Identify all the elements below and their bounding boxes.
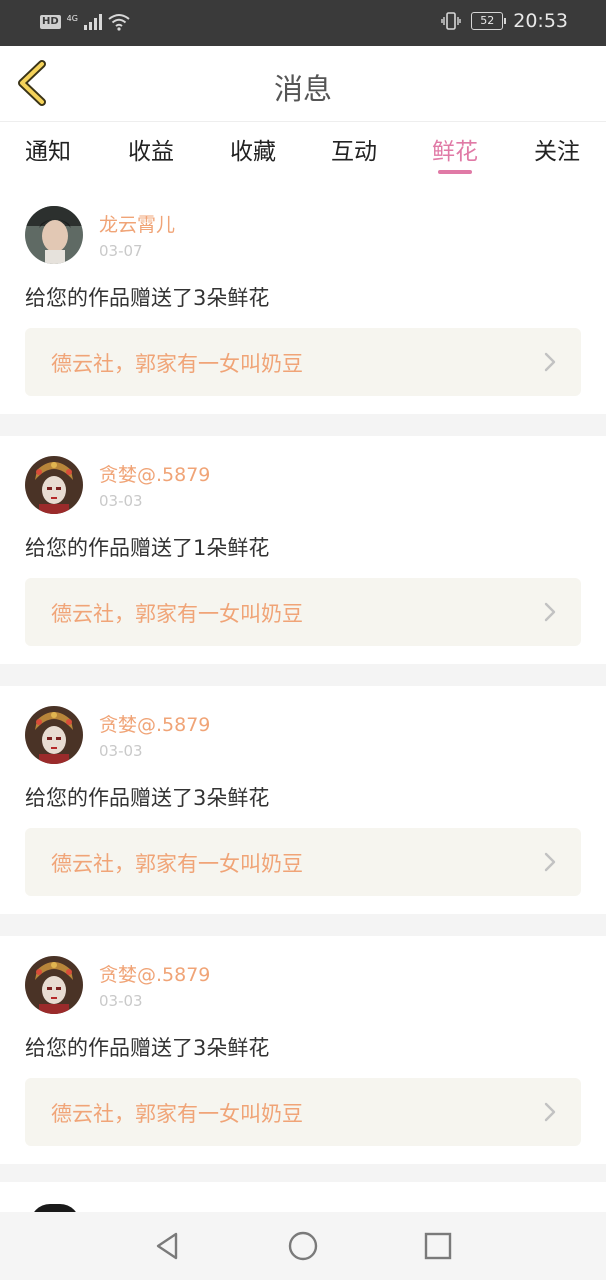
status-bar: HD 4G 52 20:53	[0, 0, 606, 46]
work-title: 德云社，郭家有一女叫奶豆	[51, 352, 303, 376]
nav-recents-icon[interactable]	[420, 1228, 456, 1264]
avatar[interactable]	[25, 706, 83, 764]
tab-earnings[interactable]: 收益	[111, 132, 191, 166]
tab-interactions[interactable]: 互动	[314, 132, 394, 166]
username[interactable]: 贪婪@.5879	[99, 960, 210, 987]
tab-notifications[interactable]: 通知	[8, 132, 88, 166]
message-text: 给您的作品赠送了3朵鲜花	[25, 786, 270, 810]
message-date: 03-07	[99, 242, 143, 260]
active-tab-indicator	[438, 170, 472, 174]
nav-back-icon[interactable]	[150, 1228, 186, 1264]
message-text: 给您的作品赠送了3朵鲜花	[25, 1036, 270, 1060]
work-title: 德云社，郭家有一女叫奶豆	[51, 1102, 303, 1126]
list-item: 贪婪@.5879 03-03 给您的作品赠送了1朵鲜花 德云社，郭家有一女叫奶豆	[0, 436, 606, 664]
avatar[interactable]	[25, 956, 83, 1014]
username[interactable]: 龙云霄儿	[99, 210, 175, 237]
avatar[interactable]	[25, 456, 83, 514]
chevron-right-icon	[544, 352, 556, 372]
message-date: 03-03	[99, 992, 143, 1010]
work-title: 德云社，郭家有一女叫奶豆	[51, 602, 303, 626]
network-type: 4G	[66, 13, 78, 23]
page-title: 消息	[273, 72, 332, 106]
username[interactable]: 贪婪@.5879	[99, 710, 210, 737]
work-title: 德云社，郭家有一女叫奶豆	[51, 852, 303, 876]
hd-icon: HD	[40, 15, 61, 29]
work-link[interactable]: 德云社，郭家有一女叫奶豆	[25, 328, 581, 396]
battery-icon: 52	[471, 12, 507, 30]
list-item: 龙云霄儿 03-07 给您的作品赠送了3朵鲜花 德云社，郭家有一女叫奶豆	[0, 186, 606, 414]
message-text: 给您的作品赠送了3朵鲜花	[25, 286, 270, 310]
work-link[interactable]: 德云社，郭家有一女叫奶豆	[25, 578, 581, 646]
tab-favorites[interactable]: 收藏	[213, 132, 293, 166]
list-item: 贪婪@.5879 03-03 给您的作品赠送了3朵鲜花 德云社，郭家有一女叫奶豆	[0, 936, 606, 1164]
signal-icon	[83, 14, 102, 30]
chevron-right-icon	[544, 852, 556, 872]
message-text: 给您的作品赠送了1朵鲜花	[25, 536, 270, 560]
tab-bar: 通知 收益 收藏 互动 鲜花 关注	[0, 122, 606, 186]
avatar[interactable]	[25, 206, 83, 264]
message-date: 03-03	[99, 492, 143, 510]
tab-flowers[interactable]: 鲜花	[415, 132, 495, 166]
vibrate-icon	[441, 12, 461, 30]
status-right-icons: 52 20:53	[441, 10, 568, 32]
work-link[interactable]: 德云社，郭家有一女叫奶豆	[25, 1078, 581, 1146]
wifi-icon	[108, 14, 130, 31]
status-left-icons: HD 4G	[40, 13, 130, 31]
chevron-right-icon	[544, 602, 556, 622]
work-link[interactable]: 德云社，郭家有一女叫奶豆	[25, 828, 581, 896]
username[interactable]: 贪婪@.5879	[99, 460, 210, 487]
system-nav-bar	[0, 1212, 606, 1280]
chevron-right-icon	[544, 1102, 556, 1122]
message-date: 03-03	[99, 742, 143, 760]
clock: 20:53	[513, 10, 568, 32]
header: 消息	[0, 46, 606, 122]
tab-following[interactable]: 关注	[517, 132, 597, 166]
nav-home-icon[interactable]	[285, 1228, 321, 1264]
list-item: 贪婪@.5879 03-03 给您的作品赠送了3朵鲜花 德云社，郭家有一女叫奶豆	[0, 686, 606, 914]
